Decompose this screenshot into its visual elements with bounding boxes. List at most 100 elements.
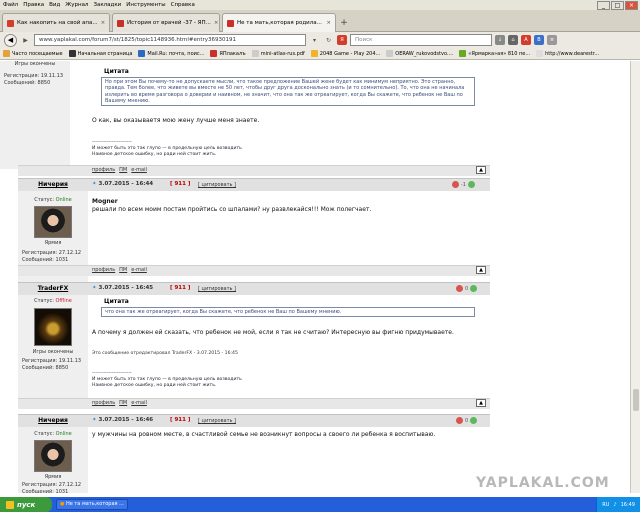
username[interactable]: Ничерия [18, 417, 88, 424]
signature: ------------------------ И может быть эт… [92, 140, 242, 157]
vote-widget[interactable]: -1 [452, 181, 475, 188]
bookmark-item[interactable]: Mail.Ru: почта, поис... [138, 50, 204, 57]
addon-icon-2[interactable]: B [534, 35, 544, 45]
page-content: Игры окончены Регистрация: 19.11.13 Сооб… [0, 61, 630, 493]
signature: ------------------------ И может быть эт… [92, 371, 242, 388]
menu-edit[interactable]: Правка [23, 2, 44, 8]
volume-icon[interactable]: ♪ [613, 502, 616, 508]
vertical-scrollbar[interactable] [630, 61, 640, 493]
post-header [18, 414, 490, 427]
menu-bookmarks[interactable]: Закладки [93, 2, 121, 8]
email-link[interactable]: e-mail [131, 267, 147, 273]
dropdown-icon[interactable]: ▾ [309, 35, 320, 46]
scrollbar-thumb[interactable] [633, 389, 639, 411]
quote-block: что она так же отреагирует, когда Вы ска… [101, 307, 475, 317]
taskbar-item-firefox[interactable]: ● Не та мать,которая ... [56, 499, 128, 510]
vote-widget[interactable]: 0 [456, 285, 478, 292]
user-status: Статус: Offline [34, 298, 72, 304]
bookmark-item[interactable]: «Ярмарка»ая» 810 пе... [459, 50, 530, 57]
close-icon[interactable]: × [214, 20, 219, 26]
username[interactable]: Ничерия [18, 181, 88, 188]
bookmark-item[interactable]: 2048 Game - Play 204... [310, 50, 380, 57]
tab-1[interactable]: Как накопить на свой апа... × [2, 13, 110, 32]
quote-button[interactable]: [ цитировать ] [198, 286, 236, 292]
user-rank: Игры окончены [14, 61, 56, 67]
bookmark-item[interactable]: mini-atlas-rus.pdf [251, 50, 305, 57]
post-number[interactable]: [ 911 ] [170, 417, 190, 423]
star-icon [3, 50, 10, 57]
yandex-icon[interactable]: Я [337, 35, 347, 45]
close-window-button[interactable]: × [625, 1, 638, 10]
email-link[interactable]: e-mail [131, 400, 147, 406]
forward-button[interactable]: ▶ [20, 35, 31, 46]
start-button[interactable]: пуск [0, 497, 52, 512]
bookmark-icon [459, 50, 467, 57]
edit-note: Это сообщение отредактировал TraderFX - … [92, 351, 238, 356]
back-button[interactable]: ◀ [4, 33, 17, 47]
scroll-top-button[interactable]: ▲ [476, 166, 486, 174]
plus-icon[interactable] [470, 417, 478, 424]
menu-tools[interactable]: Инструменты [126, 2, 165, 8]
minus-icon[interactable] [456, 417, 463, 424]
profile-link[interactable]: профиль [92, 167, 115, 173]
quote-button[interactable]: [ цитировать ] [198, 418, 236, 424]
window-controls: _ □ × [597, 1, 638, 10]
post-date: ✦ 3.07.2015 - 16:44 [92, 181, 154, 187]
profile-link[interactable]: профиль [92, 400, 115, 406]
new-tab-button[interactable]: + [338, 18, 350, 30]
scroll-top-button[interactable]: ▲ [476, 266, 486, 274]
close-icon[interactable]: × [101, 20, 106, 26]
quote-button[interactable]: [ цитировать ] [198, 182, 236, 188]
post-text: А почему я должен ей сказать, что ребено… [92, 329, 454, 336]
post-header [18, 178, 490, 191]
plus-icon[interactable] [470, 285, 478, 292]
user-rank: Ярмия [44, 240, 62, 246]
close-icon[interactable]: × [326, 20, 331, 26]
user-meta: Регистрация: 27.12.12 Сообщений: 1031 [22, 482, 82, 493]
email-link[interactable]: e-mail [131, 167, 147, 173]
pm-link[interactable]: ПМ [119, 400, 127, 406]
search-input[interactable]: Поиск [350, 34, 492, 46]
bookmark-item[interactable]: Начальная страница [68, 50, 132, 57]
post-links: профиль ПМ e-mail [92, 167, 147, 173]
home-icon[interactable]: ⌂ [508, 35, 518, 45]
tab-2[interactable]: История от врачей -37 - ЯП... × [112, 13, 220, 32]
maximize-button[interactable]: □ [611, 1, 624, 10]
menu-view[interactable]: Вид [49, 2, 60, 8]
download-icon[interactable]: ↓ [495, 35, 505, 45]
tab-label: История от врачей -37 - ЯП... [127, 20, 211, 26]
minus-icon[interactable] [456, 285, 463, 292]
bookmark-item[interactable]: ЯПлакалъ [210, 50, 246, 57]
quote-block: Но при этом Вы почему-то не допускаете м… [101, 77, 475, 106]
plus-icon[interactable] [468, 181, 475, 188]
vote-widget[interactable]: 0 [456, 417, 478, 424]
post-text: Mogner решали по всем моим постам пройтис… [92, 198, 372, 213]
post-number[interactable]: [ 911 ] [170, 181, 190, 187]
language-indicator[interactable]: RU [602, 502, 609, 508]
menu-icon[interactable]: ≡ [547, 35, 557, 45]
quote-title: Цитата [104, 298, 129, 305]
url-input[interactable]: www.yaplakal.com/forum7/st/1825/topic114… [34, 34, 306, 46]
scroll-top-button[interactable]: ▲ [476, 399, 486, 407]
minimize-button[interactable]: _ [597, 1, 610, 10]
profile-link[interactable]: профиль [92, 267, 115, 273]
username[interactable]: TraderFX [18, 285, 88, 292]
taskbar: пуск ● Не та мать,которая ... RU ♪ 16:49 [0, 497, 640, 512]
post-date: ✦ 3.07.2015 - 16:45 [92, 285, 154, 291]
bookmark-item[interactable]: OERAW_rukovodstvo.... [386, 50, 453, 57]
menu-help[interactable]: Справка [171, 2, 195, 8]
menu-history[interactable]: Журнал [65, 2, 88, 8]
pm-link[interactable]: ПМ [119, 167, 127, 173]
minus-icon[interactable] [452, 181, 459, 188]
bookmark-item[interactable]: Часто посещаемые [3, 50, 63, 57]
pm-link[interactable]: ПМ [119, 267, 127, 273]
addon-icon[interactable]: A [521, 35, 531, 45]
tab-bar: Как накопить на свой апа... × История от… [0, 1, 640, 32]
tab-3[interactable]: Не та мать,которая родила... × [222, 13, 336, 32]
bookmark-icon [138, 50, 146, 57]
reload-icon[interactable]: ↻ [323, 35, 334, 46]
bookmark-item[interactable]: http://www.dearestr... [536, 50, 599, 57]
menu-file[interactable]: Файл [3, 2, 18, 8]
post-footer [18, 265, 490, 276]
post-number[interactable]: [ 911 ] [170, 285, 190, 291]
